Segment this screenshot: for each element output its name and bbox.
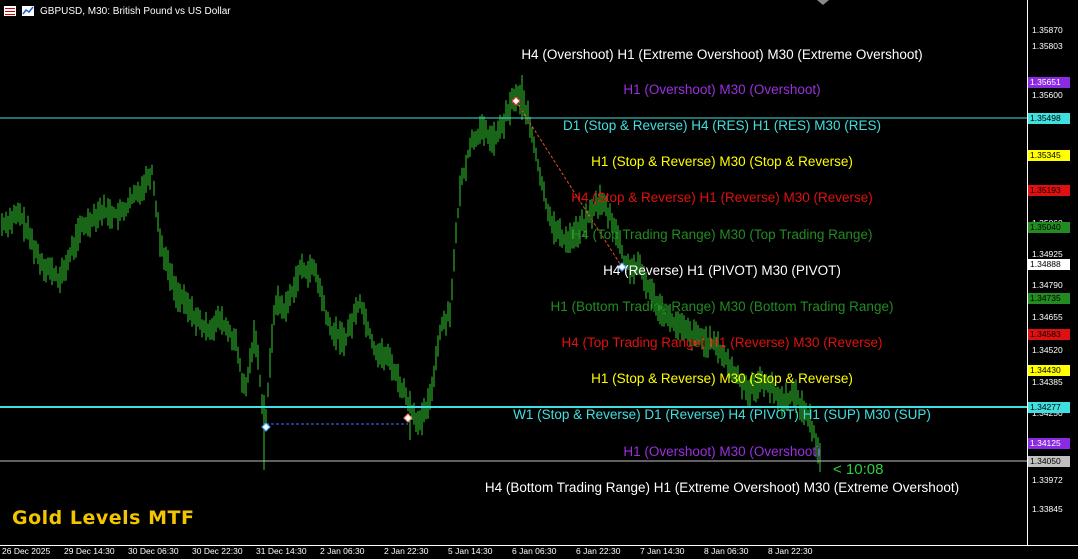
bar-countdown: < 10:08: [833, 461, 884, 478]
level-label: H4 (Top Trading Range) H1 (Reverse) M30 …: [561, 335, 883, 350]
level-label: H4 (Overshoot) H1 (Extreme Overshoot) M3…: [521, 47, 923, 62]
level-label: H4 (Top Trading Range) M30 (Top Trading …: [571, 227, 873, 242]
level-label: H4 (Bottom Trading Range) H1 (Extreme Ov…: [484, 480, 960, 495]
brand-label: Gold Levels MTF: [12, 507, 195, 529]
time-label: 8 Jan 06:30: [704, 546, 749, 556]
trade-arrow-icon: [403, 413, 413, 423]
level-label: H1 (Stop & Reverse) M30 (Stop & Reverse): [591, 371, 853, 386]
time-label: 2 Jan 22:30: [384, 546, 429, 556]
level-label: D1 (Stop & Reverse) H4 (RES) H1 (RES) M3…: [562, 118, 882, 133]
price-tick-label: 1.35803: [1032, 41, 1063, 51]
level-label: H1 (Bottom Trading Range) M30 (Bottom Tr…: [550, 299, 894, 314]
level-label: H4 (Stop & Reverse) H1 (Reverse) M30 (Re…: [571, 190, 873, 205]
time-label: 2 Jan 06:30: [320, 546, 365, 556]
level-label: H1 (Stop & Reverse) M30 (Stop & Reverse): [591, 154, 853, 169]
price-tick-label: 1.34385: [1032, 377, 1063, 387]
time-label: 6 Jan 22:30: [576, 546, 621, 556]
time-label: 30 Dec 06:30: [128, 546, 179, 556]
level-label: W1 (Stop & Reverse) D1 (Reverse) H4 (PIV…: [513, 407, 931, 422]
price-tick-label: 1.33845: [1032, 504, 1063, 514]
price-tag: 1.34888: [1028, 259, 1070, 270]
price-tick-label: 1.35600: [1032, 90, 1063, 100]
price-tick-label: 1.35870: [1032, 25, 1063, 35]
level-label: H1 (Overshoot) M30 (Overshoot): [623, 444, 821, 459]
chart-window[interactable]: GBPUSD, M30: British Pound vs US Dollar …: [0, 0, 1078, 558]
price-tick-label: 1.34520: [1032, 345, 1063, 355]
price-tag: 1.34735: [1028, 293, 1070, 304]
price-tick-label: 1.34655: [1032, 312, 1063, 322]
time-label: 30 Dec 22:30: [192, 546, 243, 556]
trade-arrow-icon: [511, 96, 521, 106]
time-label: 6 Jan 06:30: [512, 546, 557, 556]
time-label: 26 Dec 2025: [2, 546, 51, 556]
level-label: H1 (Overshoot) M30 (Overshoot): [623, 82, 821, 97]
price-tag: 1.34430: [1028, 365, 1070, 376]
price-tag: 1.34583: [1028, 329, 1070, 340]
time-label: 31 Dec 14:30: [256, 546, 307, 556]
price-tick-label: 1.33972: [1032, 475, 1063, 485]
time-label: 29 Dec 14:30: [64, 546, 115, 556]
price-tag: 1.35193: [1028, 185, 1070, 196]
trade-marks: [261, 96, 627, 432]
time-label: 5 Jan 14:30: [448, 546, 493, 556]
price-tag: 1.34125: [1028, 438, 1070, 449]
price-tick-label: 1.34790: [1032, 280, 1063, 290]
time-label: 7 Jan 14:30: [640, 546, 685, 556]
level-label: H4 (Reverse) H1 (PIVOT) M30 (PIVOT): [603, 263, 841, 278]
price-tag: 1.35651: [1028, 77, 1070, 88]
time-label: 8 Jan 22:30: [768, 546, 813, 556]
price-tag: 1.35040: [1028, 222, 1070, 233]
price-tag: 1.34050: [1028, 456, 1070, 467]
price-tag: 1.35345: [1028, 150, 1070, 161]
price-tag: 1.35498: [1028, 113, 1070, 124]
price-tag: 1.34277: [1028, 402, 1070, 413]
